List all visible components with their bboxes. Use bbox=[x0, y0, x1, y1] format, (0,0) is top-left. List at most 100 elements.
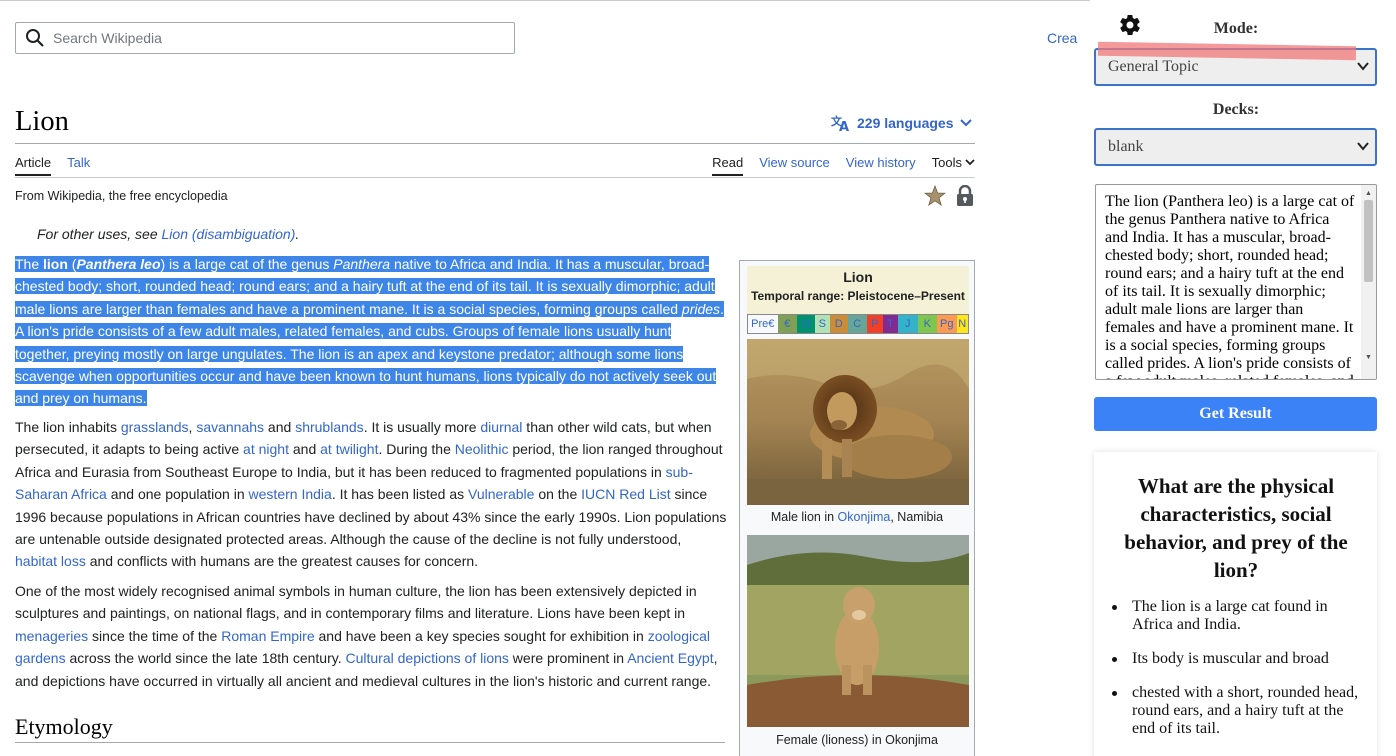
chevron-down-icon bbox=[1357, 142, 1369, 151]
taxobox: Lion Temporal range: Pleistocene–Present… bbox=[739, 260, 975, 756]
period-8[interactable]: J bbox=[898, 315, 918, 333]
languages-button[interactable]: 文A 229 languages bbox=[831, 114, 972, 132]
p1-s5: ) is a large cat of the genus bbox=[160, 256, 334, 272]
translate-icon: 文A bbox=[831, 114, 849, 132]
lioness-caption: Female (lioness) in Okonjima bbox=[776, 733, 938, 747]
period-9[interactable]: K bbox=[917, 315, 937, 333]
link-ancient-egypt[interactable]: Ancient Egypt bbox=[627, 650, 713, 666]
link-okonjima[interactable]: Okonjima bbox=[838, 510, 891, 524]
result-card: What are the physical characteristics, s… bbox=[1094, 452, 1377, 756]
view-tabs: Read View source View history Tools bbox=[712, 155, 975, 176]
p1-s2: lion bbox=[43, 256, 68, 272]
textarea-scrollbar[interactable]: ▲ ▼ bbox=[1361, 185, 1376, 379]
link-neolithic[interactable]: Neolithic bbox=[455, 441, 509, 457]
tab-article[interactable]: Article bbox=[15, 155, 52, 176]
tab-view-source[interactable]: View source bbox=[759, 155, 830, 170]
lead-paragraph-selected: The lion (Panthera leo) is a large cat o… bbox=[15, 253, 727, 410]
paragraph-culture: One of the most widely recognised animal… bbox=[15, 580, 727, 692]
lock-icon[interactable] bbox=[955, 185, 975, 207]
bullet-icon bbox=[1112, 691, 1117, 696]
p3-text: and have been a key species sought for e… bbox=[314, 627, 648, 644]
tools-menu[interactable]: Tools bbox=[932, 155, 975, 170]
create-account-link[interactable]: Crea bbox=[1047, 30, 1077, 46]
link-vulnerable[interactable]: Vulnerable bbox=[468, 486, 534, 502]
tab-talk[interactable]: Talk bbox=[67, 155, 90, 176]
link-cultural-depictions[interactable]: Cultural depictions of lions bbox=[345, 650, 508, 666]
caption1-prefix: Male lion in bbox=[770, 510, 838, 524]
source-text: The lion (Panthera leo) is a large cat o… bbox=[1105, 193, 1355, 379]
search-input[interactable] bbox=[53, 30, 493, 46]
answer-list: The lion is a large cat found in Africa … bbox=[1110, 598, 1366, 754]
decks-selected-value: blank bbox=[1108, 138, 1144, 155]
answer-text: The lion is a large cat found in Africa … bbox=[1132, 598, 1328, 633]
link-at-twilight[interactable]: at twilight bbox=[320, 441, 378, 457]
selected-text[interactable]: The lion (Panthera leo) is a large cat o… bbox=[15, 256, 724, 407]
top-border bbox=[0, 0, 1090, 5]
period-7[interactable]: T bbox=[882, 315, 898, 333]
link-diurnal[interactable]: diurnal bbox=[480, 419, 522, 435]
section-heading-etymology: Etymology bbox=[15, 714, 113, 739]
title-divider bbox=[15, 143, 975, 144]
p3-text: across the world since the late 18th cen… bbox=[65, 650, 346, 667]
disambiguation-link[interactable]: Lion (disambiguation) bbox=[162, 226, 296, 242]
tab-view-history[interactable]: View history bbox=[846, 155, 916, 170]
p2-text: . During the bbox=[378, 441, 455, 458]
period-2[interactable]: O bbox=[797, 315, 815, 333]
hatnote: For other uses, see Lion (disambiguation… bbox=[37, 226, 299, 242]
link-at-night[interactable]: at night bbox=[243, 441, 289, 457]
p2-text: . It is usually more bbox=[363, 419, 481, 435]
page-title: Lion bbox=[15, 106, 69, 137]
languages-label: 229 languages bbox=[857, 115, 954, 131]
svg-text:A: A bbox=[839, 120, 849, 132]
period-1[interactable]: € bbox=[777, 315, 797, 333]
lioness-image[interactable] bbox=[747, 535, 969, 727]
scrollbar-thumb[interactable] bbox=[1364, 200, 1373, 282]
scroll-down-arrow-icon[interactable]: ▼ bbox=[1365, 353, 1372, 361]
link-shrublands[interactable]: shrublands bbox=[295, 419, 364, 435]
temporal-range: Temporal range: Pleistocene–Present bbox=[751, 289, 965, 303]
search-box[interactable] bbox=[15, 22, 515, 54]
answer-item: The lion is a large cat found in Africa … bbox=[1110, 598, 1366, 634]
chevron-down-icon bbox=[959, 119, 972, 127]
hatnote-prefix: For other uses, see bbox=[37, 226, 162, 242]
p2-text: and bbox=[288, 441, 321, 458]
link-roman-empire[interactable]: Roman Empire bbox=[221, 628, 314, 644]
link-habitat-loss[interactable]: habitat loss bbox=[15, 553, 86, 569]
mode-label: Mode: bbox=[1213, 20, 1259, 37]
scroll-up-arrow-icon[interactable]: ▲ bbox=[1365, 189, 1372, 197]
p2-text: and bbox=[264, 419, 296, 435]
p2-text: and conflicts with humans are the greate… bbox=[85, 553, 479, 570]
link-western-india[interactable]: western India bbox=[249, 486, 332, 502]
answer-item: Its body is muscular and broad bbox=[1110, 650, 1366, 668]
tabs-divider bbox=[15, 177, 975, 178]
tools-label: Tools bbox=[931, 155, 962, 170]
period-11[interactable]: N bbox=[956, 315, 968, 333]
period-6[interactable]: P bbox=[867, 315, 883, 333]
paragraph-habitat: The lion inhabits grasslands, savannahs … bbox=[15, 416, 727, 573]
source-text-area[interactable]: The lion (Panthera leo) is a large cat o… bbox=[1095, 184, 1377, 380]
answer-text: chested with a short, rounded head, roun… bbox=[1132, 684, 1359, 737]
period-4[interactable]: D bbox=[830, 315, 848, 333]
namespace-tabs: Article Talk bbox=[15, 155, 90, 176]
search-icon bbox=[26, 29, 44, 47]
decks-label: Decks: bbox=[1212, 101, 1260, 118]
featured-star-icon[interactable] bbox=[924, 185, 946, 207]
link-grasslands[interactable]: grasslands bbox=[121, 419, 189, 435]
p3-text: One of the most widely recognised animal… bbox=[15, 583, 697, 622]
lioness-picture bbox=[747, 535, 969, 727]
p2-text: The lion inhabits bbox=[15, 419, 121, 435]
period-0[interactable]: Pre€ bbox=[748, 315, 778, 333]
period-3[interactable]: S bbox=[814, 315, 830, 333]
tab-read[interactable]: Read bbox=[712, 155, 744, 176]
decks-select[interactable]: blank bbox=[1094, 128, 1377, 166]
period-10[interactable]: Pg bbox=[937, 315, 957, 333]
link-iucn-red-list[interactable]: IUCN Red List bbox=[581, 486, 670, 502]
caption1-suffix: , Namibia bbox=[890, 510, 944, 524]
link-menageries[interactable]: menageries bbox=[15, 628, 88, 644]
p1-s6: Panthera bbox=[333, 256, 391, 272]
period-5[interactable]: C bbox=[847, 315, 867, 333]
bullet-icon bbox=[1112, 657, 1117, 662]
get-result-button[interactable]: Get Result bbox=[1094, 397, 1377, 431]
male-lion-image[interactable] bbox=[747, 339, 969, 505]
link-savannahs[interactable]: savannahs bbox=[196, 419, 264, 435]
